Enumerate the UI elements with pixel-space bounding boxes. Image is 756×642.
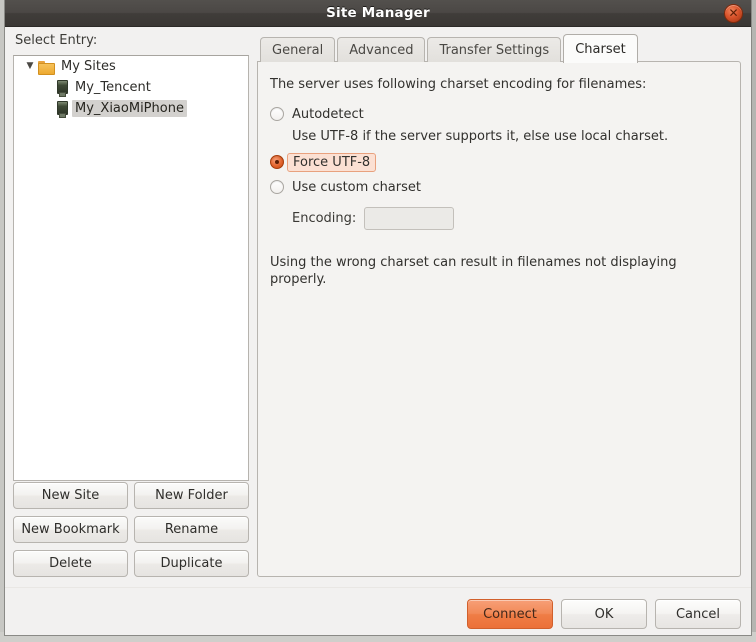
tab-general[interactable]: General [260, 37, 336, 62]
radio-use-custom-charset-label: Use custom charset [292, 179, 421, 195]
server-icon [56, 101, 68, 118]
action-bar: Connect OK Cancel [467, 599, 741, 629]
site-delete-button[interactable]: Delete [13, 550, 128, 577]
tree-item-label: My Sites [61, 59, 116, 74]
folder-icon [38, 60, 55, 75]
charset-tab-panel: The server uses following charset encodi… [257, 61, 741, 577]
charset-warning-text: Using the wrong charset can result in fi… [270, 255, 677, 287]
radio-use-custom-charset[interactable]: Use custom charset [270, 176, 728, 198]
tree-item-label: My_XiaoMiPhone [72, 100, 187, 117]
radio-force-utf8[interactable]: Force UTF-8 [270, 151, 728, 173]
cancel-button[interactable]: Cancel [655, 599, 741, 629]
site-new-folder-button[interactable]: New Folder [134, 482, 249, 509]
site-new-bookmark-button[interactable]: New Bookmark [13, 516, 128, 543]
site-rename-button[interactable]: Rename [134, 516, 249, 543]
select-entry-pane: Select Entry: ▼ My Sites My_Tencent My_Xiao… [13, 33, 249, 577]
radio-force-utf8-label: Force UTF-8 [287, 152, 377, 172]
charset-intro-text: The server uses following charset encodi… [270, 77, 647, 92]
autodetect-hint-text: Use UTF-8 if the server supports it, els… [292, 129, 669, 144]
tree-item[interactable]: My_XiaoMiPhone [14, 98, 248, 119]
close-icon[interactable]: ✕ [724, 4, 743, 23]
tree-item[interactable]: My_Tencent [14, 77, 248, 98]
settings-notebook: General Advanced Transfer Settings Charset … [257, 33, 741, 577]
server-icon [56, 80, 68, 97]
connect-button[interactable]: Connect [467, 599, 553, 629]
site-duplicate-button[interactable]: Duplicate [134, 550, 249, 577]
tab-advanced[interactable]: Advanced [337, 37, 426, 62]
select-entry-label: Select Entry: [15, 33, 98, 48]
encoding-label: Encoding: [292, 211, 357, 226]
radio-autodetect-indicator[interactable] [270, 107, 284, 121]
site-tree-button-grid: New Site New Folder New Bookmark Rename Dele… [13, 482, 249, 577]
window-title: Site Manager [326, 5, 430, 21]
site-tree[interactable]: ▼ My Sites My_Tencent My_XiaoMiPhone [13, 55, 249, 481]
expander-triangle-icon[interactable]: ▼ [22, 56, 38, 77]
dialog-body: Select Entry: ▼ My Sites My_Tencent My_Xiao… [5, 27, 751, 635]
radio-autodetect[interactable]: Autodetect [270, 103, 728, 125]
encoding-input[interactable] [364, 207, 455, 230]
site-new-site-button[interactable]: New Site [13, 482, 128, 509]
tab-strip: General Advanced Transfer Settings Charset [257, 33, 741, 63]
radio-autodetect-label: Autodetect [292, 106, 364, 122]
action-bar-separator [5, 587, 751, 588]
title-bar[interactable]: Site Manager ✕ [5, 0, 751, 27]
tab-charset[interactable]: Charset [563, 34, 638, 63]
tree-item-label: My_Tencent [75, 80, 151, 95]
ok-button[interactable]: OK [561, 599, 647, 629]
encoding-row: Encoding: [292, 207, 728, 230]
tab-transfer-settings[interactable]: Transfer Settings [427, 37, 562, 62]
radio-force-utf8-indicator[interactable] [270, 155, 284, 169]
site-manager-dialog: Site Manager ✕ Select Entry: ▼ My Sites My… [4, 0, 752, 636]
radio-use-custom-charset-indicator[interactable] [270, 180, 284, 194]
tree-item[interactable]: ▼ My Sites [14, 56, 248, 77]
